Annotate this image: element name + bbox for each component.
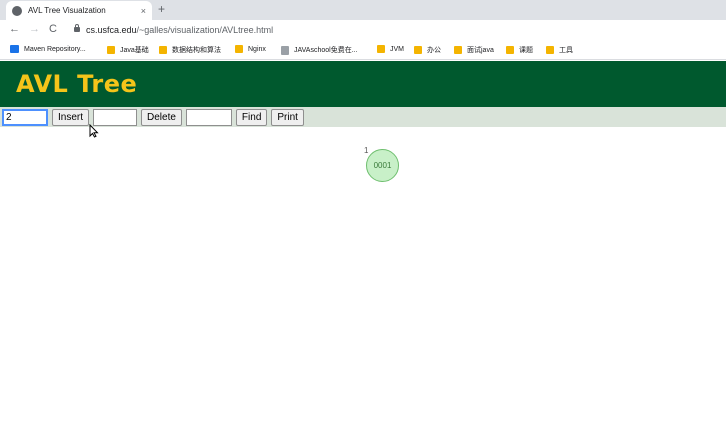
bookmark-label: 办公 [427,47,441,54]
find-button[interactable]: Find [235,108,268,126]
folder-icon [546,46,554,54]
bookmarks-bar: Maven Repository... Java基础 数据结构和算法 Nginx… [0,42,726,60]
bookmark-item[interactable]: 课题 [506,45,533,55]
tree-node: 0001 [366,149,399,182]
reload-icon[interactable]: C [49,23,57,35]
bookmark-label: 课题 [519,47,533,54]
forward-icon[interactable]: → [29,23,40,35]
bookmark-item[interactable]: Nginx [235,45,266,53]
delete-button[interactable]: Delete [141,108,182,126]
folder-icon [107,46,115,54]
apps-icon [10,45,19,53]
back-icon[interactable]: ← [9,23,20,35]
algorithm-controls: Insert Delete Find Print [0,107,726,127]
url-domain: cs.usfca.edu [86,25,137,35]
browser-tab[interactable]: AVL Tree Visualzation × [6,1,152,20]
bookmark-label: Java基础 [120,47,149,54]
insert-button[interactable]: Insert [52,108,90,126]
find-value-input[interactable] [185,108,232,126]
tree-node-label: 0001 [373,161,392,170]
bookmark-item[interactable]: 数据结构和算法 [159,45,221,55]
bookmark-item[interactable]: JAVAschool免费在... [281,45,358,55]
bookmark-label: JAVAschool免费在... [294,47,358,54]
page-icon [281,45,289,55]
lock-icon[interactable] [74,24,80,32]
folder-icon [235,45,243,53]
bookmark-item[interactable]: JVM [377,45,404,53]
bookmark-item[interactable]: 办公 [414,45,441,55]
folder-icon [506,46,514,54]
bookmark-label: Nginx [248,45,266,53]
delete-value-input[interactable] [93,108,138,126]
bookmark-label: 面试java [467,47,494,54]
bookmark-item[interactable]: 面试java [454,45,494,55]
folder-icon [414,46,422,54]
folder-icon [377,45,385,53]
bookmark-item[interactable]: Java基础 [107,45,149,55]
visualization-canvas[interactable]: 1 0001 [0,127,726,442]
browser-toolbar: ← → C cs.usfca.edu/~galles/visualization… [0,20,726,42]
bookmark-item[interactable]: 工具 [546,45,573,55]
browser-tab-strip: AVL Tree Visualzation × + [0,0,726,20]
new-tab-icon[interactable]: + [158,2,165,16]
tab-title: AVL Tree Visualzation [28,6,106,15]
bookmark-label: Maven Repository... [24,45,86,53]
print-button[interactable]: Print [271,108,304,126]
bookmark-label: 数据结构和算法 [172,47,221,54]
bookmark-label: 工具 [559,47,573,54]
page-header: AVL Tree [0,61,726,107]
page-title: AVL Tree [16,70,138,98]
node-height-label: 1 [364,146,369,155]
bookmark-label: JVM [390,45,404,53]
folder-icon [159,46,167,54]
folder-icon [454,46,462,54]
url-path: /~galles/visualization/AVLtree.html [136,25,274,35]
address-bar[interactable]: cs.usfca.edu/~galles/visualization/AVLtr… [86,25,273,35]
insert-value-input[interactable] [2,108,48,126]
bookmark-item[interactable]: Maven Repository... [10,45,86,53]
close-tab-icon[interactable]: × [141,6,146,16]
globe-icon [12,5,22,16]
